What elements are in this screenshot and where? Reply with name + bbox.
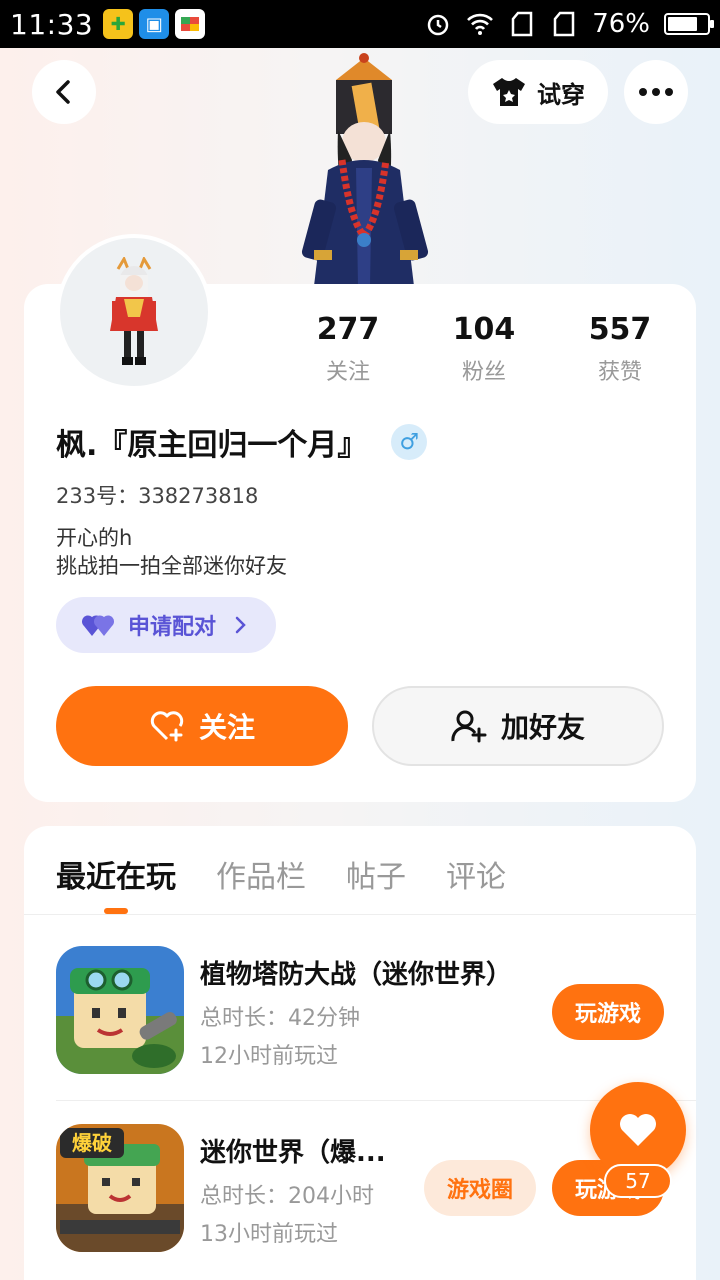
male-gender-icon: ♂: [391, 424, 428, 460]
game-icon-badge: 爆破: [72, 1131, 112, 1155]
status-bar: 11:33 ✚ ▣ 76%: [0, 0, 720, 48]
game-icon-plants: [56, 946, 184, 1074]
request-match-button[interactable]: 申请配对: [56, 597, 276, 653]
stat-following-value: 277: [316, 312, 380, 347]
stat-followers-label: 粉丝: [461, 360, 506, 385]
stat-following[interactable]: 277 关注: [280, 312, 416, 386]
add-friend-button[interactable]: 加好友: [372, 686, 664, 766]
try-on-button[interactable]: 试穿: [468, 60, 608, 124]
security-app-icon: ✚: [103, 9, 134, 39]
avatar-character-image: [296, 50, 436, 286]
scan-app-icon: ▣: [139, 9, 170, 39]
game-title: 植物塔防大战（迷你世界）: [200, 960, 513, 990]
follow-label: 关注: [198, 711, 255, 744]
follow-button[interactable]: 关注: [56, 686, 348, 766]
game-title: 迷你世界（爆...: [200, 1138, 386, 1168]
like-count-badge: 57: [604, 1164, 672, 1198]
username: 枫.『原主回归一个月』: [56, 428, 368, 463]
bio-line-2: 挑战拍一拍全部迷你好友: [56, 554, 287, 578]
game-duration: 总时长：204小时: [200, 1184, 374, 1209]
username-row: 枫.『原主回归一个月』 ♂: [56, 420, 428, 464]
user-id[interactable]: 233号：338273818: [56, 480, 258, 510]
tab-comments[interactable]: 评论: [446, 852, 506, 896]
stat-likes[interactable]: 557 获赞: [552, 312, 688, 386]
more-button[interactable]: [624, 60, 688, 124]
more-dots-icon: [639, 88, 673, 96]
try-on-label: 试穿: [537, 80, 585, 109]
game-duration: 总时长：42分钟: [200, 1006, 360, 1031]
store-app-icon: [175, 9, 206, 39]
stat-following-label: 关注: [325, 360, 370, 385]
chevron-left-icon: [56, 80, 70, 104]
avatar-figure-image: [110, 257, 158, 365]
sim2-icon: [550, 10, 578, 38]
list-item[interactable]: 爆破 迷你世界（爆... 总时长：204小时 13小时前玩过 游戏圈 玩游戏: [56, 1124, 676, 1254]
user-bio: 开心的h 挑战拍一拍全部迷你好友: [56, 524, 287, 580]
stat-followers-value: 104: [452, 312, 516, 347]
tab-posts[interactable]: 帖子: [346, 852, 406, 896]
tshirt-icon: [493, 78, 525, 106]
battery-icon: [664, 13, 714, 35]
stat-likes-label: 获赞: [597, 360, 642, 385]
game-icon-mini-world: 爆破: [56, 1124, 184, 1252]
add-user-icon: [451, 710, 487, 743]
game-last-played: 13小时前玩过: [200, 1222, 338, 1247]
double-heart-icon: [82, 615, 115, 636]
list-item[interactable]: 植物塔防大战（迷你世界） 总时长：42分钟 12小时前玩过 玩游戏: [56, 946, 676, 1076]
request-match-label: 申请配对: [128, 615, 217, 640]
status-app-icons: ✚ ▣: [103, 9, 206, 39]
stat-likes-value: 557: [588, 312, 652, 347]
profile-tabs: 最近在玩 作品栏 帖子 评论: [56, 852, 506, 896]
tab-recently-played[interactable]: 最近在玩: [56, 852, 176, 896]
add-friend-label: 加好友: [500, 711, 585, 744]
bio-line-1: 开心的h: [56, 526, 133, 550]
profile-stats: 277 关注 104 粉丝 557 获赞: [280, 312, 700, 386]
tab-works[interactable]: 作品栏: [216, 852, 306, 896]
play-game-button[interactable]: 玩游戏: [552, 984, 664, 1040]
stat-followers[interactable]: 104 粉丝: [416, 312, 552, 386]
battery-fill: [668, 17, 697, 31]
heart-plus-icon: [150, 711, 184, 742]
chevron-right-icon: [235, 616, 246, 634]
game-circle-button[interactable]: 游戏圈: [424, 1160, 536, 1216]
tab-divider: [24, 914, 696, 915]
status-time: 11:33: [10, 7, 94, 41]
sim1-icon: [508, 10, 536, 38]
battery-percent: 76%: [592, 9, 650, 39]
back-button[interactable]: [32, 60, 96, 124]
alarm-icon: [424, 10, 452, 38]
wifi-icon: [466, 10, 494, 38]
avatar[interactable]: [56, 234, 212, 390]
heart-icon: [620, 1114, 656, 1146]
game-last-played: 12小时前玩过: [200, 1044, 338, 1069]
